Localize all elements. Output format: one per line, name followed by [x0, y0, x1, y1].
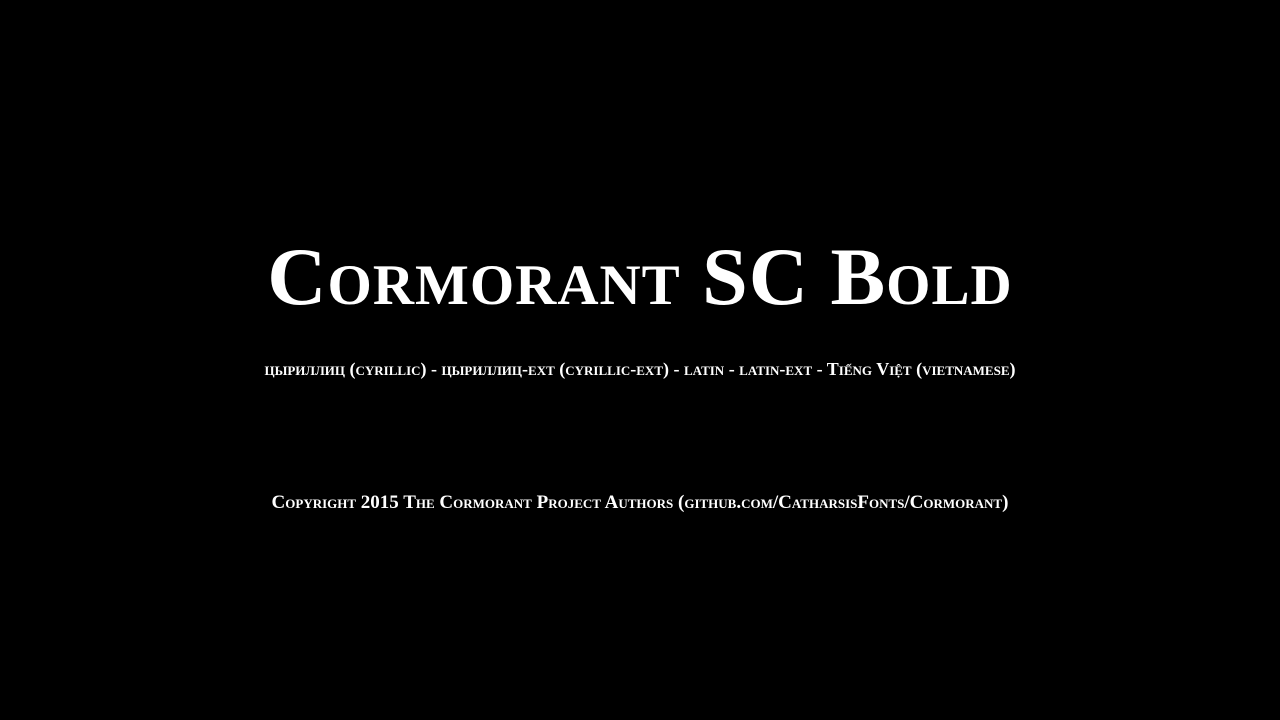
font-title: Cormorant SC Bold — [267, 231, 1013, 322]
copyright-notice: Copyright 2015 The Cormorant Project Aut… — [271, 492, 1009, 513]
font-specimen-page: Cormorant SC Bold цыриллиц (cyrillic) - … — [0, 0, 1280, 720]
supported-subsets-line: цыриллиц (cyrillic) - цыриллиц-ext (cyri… — [264, 359, 1016, 379]
